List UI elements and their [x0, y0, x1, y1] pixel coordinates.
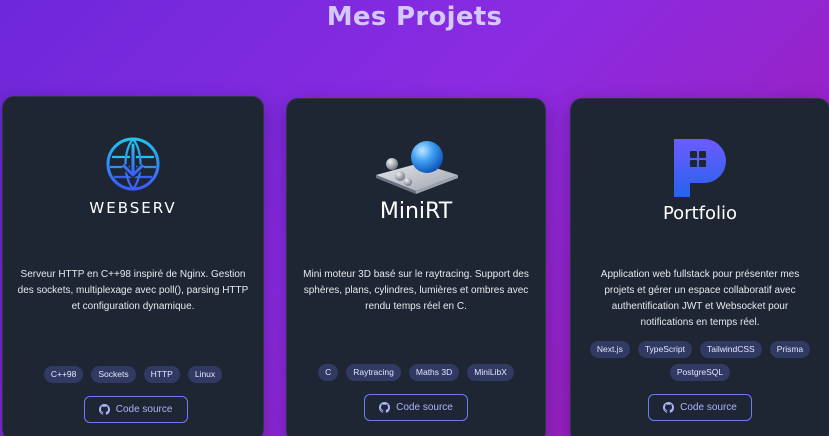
globe-download-icon — [106, 137, 160, 191]
source-code-button[interactable]: Code source — [648, 394, 752, 421]
project-card-webserv: WEBSERV Serveur HTTP en C++98 inspiré de… — [2, 96, 264, 436]
source-code-label: Code source — [115, 404, 173, 415]
spheres-on-plane-icon — [376, 141, 458, 194]
tech-tags: Next.js TypeScript TailwindCSS Prisma Po… — [581, 341, 819, 381]
source-code-label: Code source — [396, 402, 453, 413]
github-icon — [98, 404, 110, 415]
webserv-logo-text: WEBSERV — [89, 199, 177, 217]
source-code-button[interactable]: Code source — [83, 396, 188, 423]
tech-tag: C++98 — [43, 366, 84, 383]
tech-tag: MiniLibX — [467, 364, 514, 381]
tech-tag: Prisma — [769, 341, 811, 358]
source-code-button[interactable]: Code source — [364, 394, 468, 421]
tech-tag: Maths 3D — [408, 364, 460, 381]
project-description: Serveur HTTP en C++98 inspiré de Nginx. … — [17, 269, 249, 312]
page-title: Mes Projets — [326, 2, 503, 32]
portfolio-logo: Portfolio — [571, 137, 829, 237]
tech-tags: C Raytracing Maths 3D MiniLibX — [297, 364, 535, 381]
project-card-minirt: MiniRT Mini moteur 3D basé sur le raytra… — [286, 98, 546, 436]
tech-tag: Raytracing — [346, 364, 401, 381]
tech-tag: HTTP — [143, 366, 180, 383]
project-description: Application web fullstack pour présenter… — [600, 269, 800, 328]
tech-tag: TypeScript — [637, 341, 692, 358]
portfolio-p-icon — [674, 139, 726, 197]
tech-tag: C — [318, 364, 339, 381]
tech-tag: Sockets — [91, 366, 136, 383]
github-icon — [663, 402, 675, 413]
webserv-logo: WEBSERV — [3, 135, 263, 235]
tech-tags: C++98 Sockets HTTP Linux — [13, 366, 253, 383]
portfolio-logo-text: Portfolio — [662, 203, 738, 224]
tech-tag: PostgreSQL — [669, 364, 731, 381]
minirt-logo-text: MiniRT — [379, 199, 453, 224]
project-card-portfolio: Portfolio Application web fullstack pour… — [570, 98, 829, 436]
minirt-logo: MiniRT — [287, 137, 545, 237]
tech-tag: TailwindCSS — [699, 341, 762, 358]
tech-tag: Linux — [187, 366, 223, 383]
source-code-label: Code source — [680, 402, 737, 413]
tech-tag: Next.js — [589, 341, 630, 358]
github-icon — [379, 402, 391, 413]
project-description: Mini moteur 3D basé sur le raytracing. S… — [303, 269, 529, 312]
